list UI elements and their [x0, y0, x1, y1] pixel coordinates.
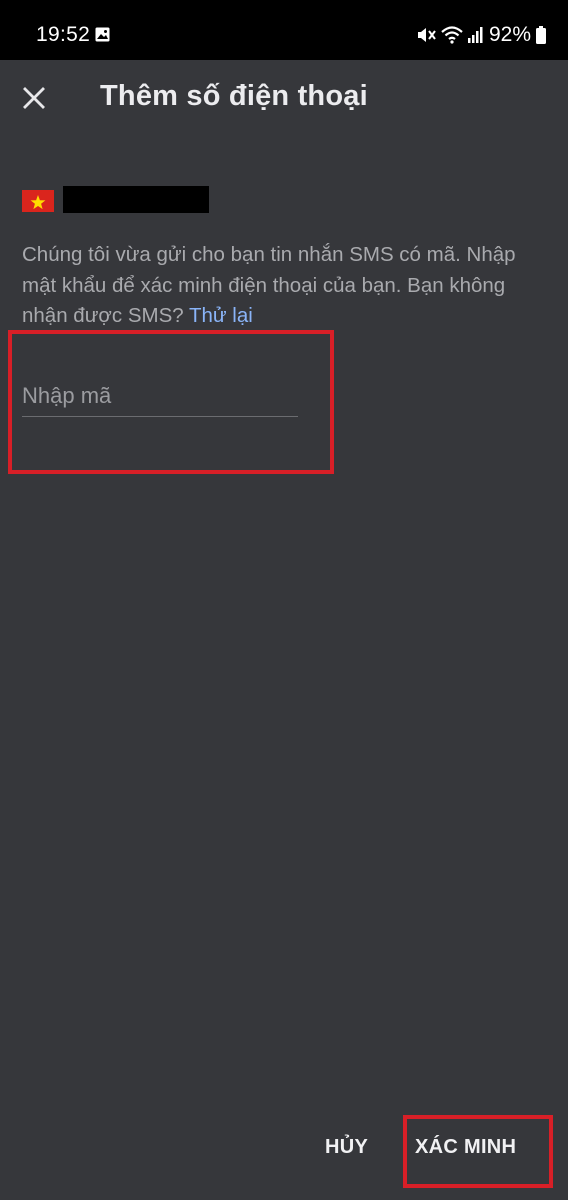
- status-bar: 19:52 92%: [0, 0, 568, 60]
- phone-number-redacted: [63, 186, 209, 213]
- battery-percent: 92%: [488, 23, 531, 46]
- page-title: Thêm số điện thoại: [100, 80, 368, 112]
- retry-link[interactable]: Thử lại: [189, 304, 253, 327]
- code-input[interactable]: [22, 376, 298, 417]
- wifi-icon: [441, 26, 463, 44]
- battery-icon: [536, 26, 546, 44]
- status-time: 19:52: [36, 23, 91, 46]
- verify-button[interactable]: XÁC MINH: [415, 1136, 516, 1159]
- sms-message-text: Chúng tôi vừa gửi cho bạn tin nhắn SMS c…: [22, 243, 516, 327]
- vietnam-flag-icon: [22, 190, 54, 212]
- signal-icon: [467, 27, 483, 43]
- cancel-button[interactable]: HỦY: [325, 1136, 368, 1159]
- close-icon[interactable]: [22, 86, 46, 110]
- status-icons: 92%: [416, 23, 546, 47]
- sms-message: Chúng tôi vừa gửi cho bạn tin nhắn SMS c…: [22, 240, 552, 332]
- mute-icon: [417, 28, 436, 42]
- gallery-icon: [95, 27, 110, 42]
